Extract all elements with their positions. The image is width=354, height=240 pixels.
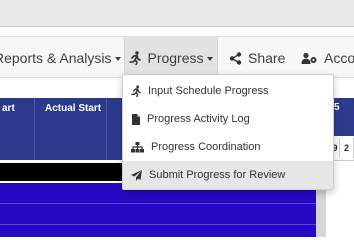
running-person-icon — [129, 51, 142, 65]
nav-progress-label: Progress — [147, 50, 204, 66]
document-icon — [132, 113, 140, 125]
nav-share[interactable]: Share — [229, 37, 285, 79]
menu-item-label: Progress Coordination — [151, 141, 261, 153]
menu-item-input-schedule-progress[interactable]: Input Schedule Progress — [123, 77, 333, 105]
menu-item-label: Input Schedule Progress — [148, 85, 269, 97]
table-row[interactable] — [0, 225, 316, 237]
nav-accounts[interactable]: Acco — [301, 37, 354, 79]
sitemap-icon — [131, 141, 144, 152]
column-header-actual-start[interactable]: Actual Start — [45, 103, 101, 114]
paper-plane-icon — [131, 169, 142, 181]
nav-reports-label: Reports & Analysis — [0, 50, 112, 66]
running-person-icon — [131, 85, 141, 97]
column-header-start[interactable]: art — [2, 103, 15, 114]
caret-down-icon — [206, 57, 213, 61]
timeline-day: 2 — [340, 138, 354, 158]
progress-dropdown-menu: Input Schedule Progress Progress Activit… — [122, 74, 334, 190]
menu-item-submit-progress-for-review[interactable]: Submit Progress for Review — [123, 161, 333, 189]
nav-accounts-label: Acco — [324, 50, 354, 66]
caret-down-icon — [114, 57, 121, 61]
nav-reports-analysis[interactable]: Reports & Analysis — [0, 37, 121, 79]
timeline-week-number: 5 — [334, 102, 340, 113]
share-icon — [229, 51, 242, 65]
column-divider — [34, 98, 35, 160]
nav-progress[interactable]: Progress — [124, 37, 218, 79]
nav-share-label: Share — [248, 50, 286, 66]
menu-item-progress-coordination[interactable]: Progress Coordination — [123, 133, 333, 161]
menu-item-progress-activity-log[interactable]: Progress Activity Log — [123, 105, 333, 133]
menu-item-label: Submit Progress for Review — [149, 169, 286, 181]
top-strip — [0, 0, 354, 26]
main-navbar: Reports & Analysis Progress Share Acco — [0, 36, 354, 79]
top-strip-divider — [0, 26, 354, 27]
table-row[interactable] — [0, 204, 316, 224]
users-cog-icon — [301, 52, 317, 64]
column-divider — [106, 98, 107, 160]
menu-item-label: Progress Activity Log — [147, 113, 250, 125]
